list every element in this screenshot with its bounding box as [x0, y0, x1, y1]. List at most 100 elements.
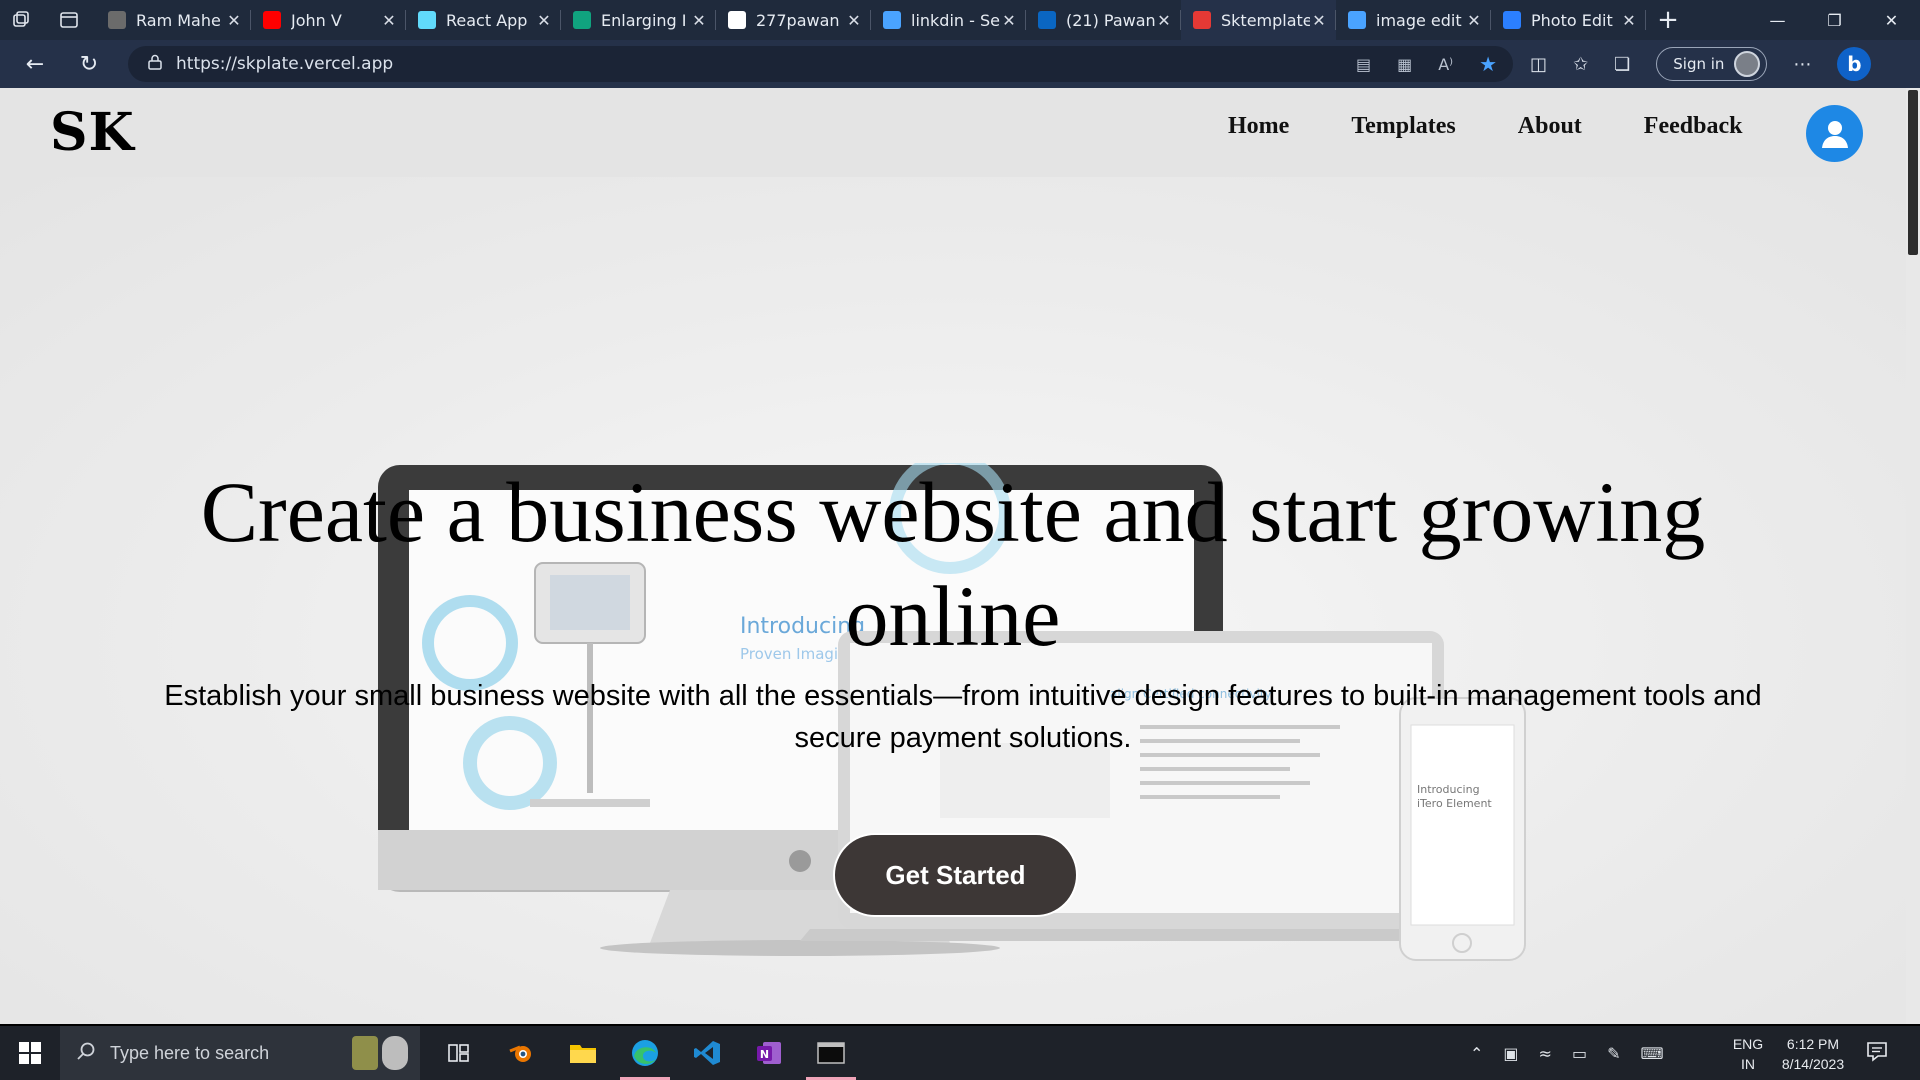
browser-tab[interactable]: React App ✕: [406, 0, 561, 40]
hero-subline: Establish your small business website wi…: [164, 680, 1762, 754]
wifi-icon[interactable]: ≈: [1539, 1044, 1552, 1063]
url-text[interactable]: https://skplate.vercel.app: [176, 54, 393, 74]
browser-tab-label: Enlarging I: [601, 10, 687, 30]
collections-icon[interactable]: ❏: [1614, 54, 1630, 75]
browser-toolbar: ← ↻ https://skplate.vercel.app ▤ ▦ A⁾ ★ …: [0, 40, 1920, 88]
user-profile-icon[interactable]: [1806, 105, 1863, 162]
browser-tab[interactable]: Photo Edit ✕: [1491, 0, 1646, 40]
blender-icon[interactable]: [490, 1026, 552, 1080]
ram-mahe-icon: [108, 11, 126, 29]
windows-start-icon[interactable]: [0, 1026, 60, 1080]
browser-tab-label: Photo Edit: [1531, 10, 1613, 30]
taskbar-search-box[interactable]: Type here to search: [60, 1026, 420, 1080]
close-tab-icon[interactable]: ✕: [380, 11, 398, 30]
nav-feedback[interactable]: Feedback: [1644, 113, 1743, 140]
notifications-icon[interactable]: [1866, 1040, 1888, 1066]
search-icon: [1348, 11, 1366, 29]
browser-tab-label: Ram Mahe: [136, 10, 221, 30]
lock-icon[interactable]: [148, 54, 162, 75]
favorite-star-icon[interactable]: ★: [1479, 52, 1497, 76]
browser-tab-strip: Ram Mahe ✕ John V ✕ React App ✕ Enlarging I ✕ 27…: [0, 0, 1920, 40]
clock[interactable]: 6:12 PM 8/14/2023: [1768, 1034, 1858, 1074]
sign-in-button[interactable]: Sign in: [1656, 47, 1768, 81]
browser-tab[interactable]: 277pawan ✕: [716, 0, 871, 40]
back-button[interactable]: ←: [8, 40, 62, 88]
browser-tab-label: Sktemplate: [1221, 10, 1310, 30]
close-tab-icon[interactable]: ✕: [690, 11, 708, 30]
youtube-icon: [263, 11, 281, 29]
minimize-button[interactable]: —: [1749, 0, 1806, 40]
device-icon[interactable]: ▤: [1356, 55, 1371, 74]
restore-button[interactable]: ❐: [1806, 0, 1863, 40]
battery-icon[interactable]: ▭: [1572, 1044, 1587, 1063]
browser-tab-label: React App: [446, 10, 528, 30]
file-explorer-icon[interactable]: [552, 1026, 614, 1080]
keyboard-icon[interactable]: ⌨: [1640, 1044, 1663, 1063]
windows-taskbar: Type here to search N ⌃ ▣ ≈ ▭ ✎ ⌨ ENG IN…: [0, 1024, 1920, 1080]
language-indicator[interactable]: ENG IN: [1728, 1034, 1768, 1074]
new-tab-button[interactable]: +: [1646, 0, 1690, 40]
onenote-icon[interactable]: N: [738, 1026, 800, 1080]
hero-section: Introducing Proven Imaging align Certifi…: [0, 177, 1906, 1024]
browser-tab-label: image edit: [1376, 10, 1462, 30]
site-logo[interactable]: SK: [50, 102, 135, 163]
meet-now-icon[interactable]: ▣: [1503, 1044, 1518, 1063]
task-view-icon[interactable]: [428, 1026, 490, 1080]
bing-icon[interactable]: b: [1837, 47, 1872, 81]
close-tab-icon[interactable]: ✕: [1310, 11, 1328, 30]
refresh-button[interactable]: ↻: [62, 40, 116, 88]
split-screen-icon[interactable]: ◫: [1530, 54, 1547, 75]
terminal-icon[interactable]: [800, 1026, 862, 1080]
browser-tab-label: John V: [291, 10, 342, 30]
linkedin-icon: [1038, 11, 1056, 29]
close-tab-icon[interactable]: ✕: [535, 11, 553, 30]
page-viewport: SK Home Templates About Feedback Introdu…: [0, 88, 1920, 1024]
sign-in-label: Sign in: [1673, 55, 1725, 73]
close-tab-icon[interactable]: ✕: [1000, 11, 1018, 30]
nav-about[interactable]: About: [1518, 113, 1582, 140]
page-scrollbar-thumb[interactable]: [1908, 90, 1918, 255]
svg-text:N: N: [760, 1048, 769, 1061]
close-tab-icon[interactable]: ✕: [1465, 11, 1483, 30]
browser-tab[interactable]: (21) Pawan ✕: [1026, 0, 1181, 40]
nav-templates[interactable]: Templates: [1351, 113, 1455, 140]
browser-tab[interactable]: Sktemplate ✕: [1181, 0, 1336, 40]
vscode-icon[interactable]: [676, 1026, 738, 1080]
tab-actions-icon[interactable]: [48, 0, 90, 40]
search-placeholder: Type here to search: [110, 1042, 270, 1063]
apps-icon[interactable]: ▦: [1397, 55, 1412, 74]
pen-icon[interactable]: ✎: [1607, 1044, 1620, 1063]
clock-time: 6:12 PM: [1786, 1036, 1840, 1052]
react-icon: [418, 11, 436, 29]
close-tab-icon[interactable]: ✕: [1620, 11, 1638, 30]
edge-browser-icon[interactable]: [614, 1026, 676, 1080]
browser-tab[interactable]: Enlarging I ✕: [561, 0, 716, 40]
favorites-icon[interactable]: ✩: [1573, 54, 1588, 75]
browser-tab[interactable]: linkdin - Se ✕: [871, 0, 1026, 40]
site-navbar: SK Home Templates About Feedback: [0, 88, 1906, 177]
get-started-button[interactable]: Get Started: [833, 833, 1078, 917]
browser-tab[interactable]: image edit ✕: [1336, 0, 1491, 40]
close-tab-icon[interactable]: ✕: [1155, 11, 1173, 30]
search-icon: [883, 11, 901, 29]
browser-tab-label: (21) Pawan: [1066, 10, 1155, 30]
workspaces-icon[interactable]: [0, 0, 42, 40]
close-tab-icon[interactable]: ✕: [225, 11, 243, 30]
chatgpt-icon: [573, 11, 591, 29]
hero-headline: Create a business website and start grow…: [200, 464, 1706, 664]
browser-tab[interactable]: Ram Mahe ✕: [96, 0, 251, 40]
svg-text:iTero Element: iTero Element: [1417, 797, 1492, 810]
more-options-icon[interactable]: ⋯: [1793, 54, 1811, 75]
show-hidden-icons-icon[interactable]: ⌃: [1470, 1044, 1483, 1063]
address-bar[interactable]: https://skplate.vercel.app ▤ ▦ A⁾ ★: [128, 46, 1513, 82]
browser-tab[interactable]: John V ✕: [251, 0, 406, 40]
close-window-button[interactable]: ✕: [1863, 0, 1920, 40]
region-code: IN: [1741, 1056, 1755, 1072]
clock-date: 8/14/2023: [1781, 1056, 1845, 1072]
svg-text:Introducing: Introducing: [1417, 783, 1480, 796]
read-aloud-icon[interactable]: A⁾: [1438, 55, 1453, 74]
nav-home[interactable]: Home: [1228, 113, 1289, 140]
browser-tab-label: 277pawan: [756, 10, 840, 30]
sktemplate-icon: [1193, 11, 1211, 29]
close-tab-icon[interactable]: ✕: [845, 11, 863, 30]
